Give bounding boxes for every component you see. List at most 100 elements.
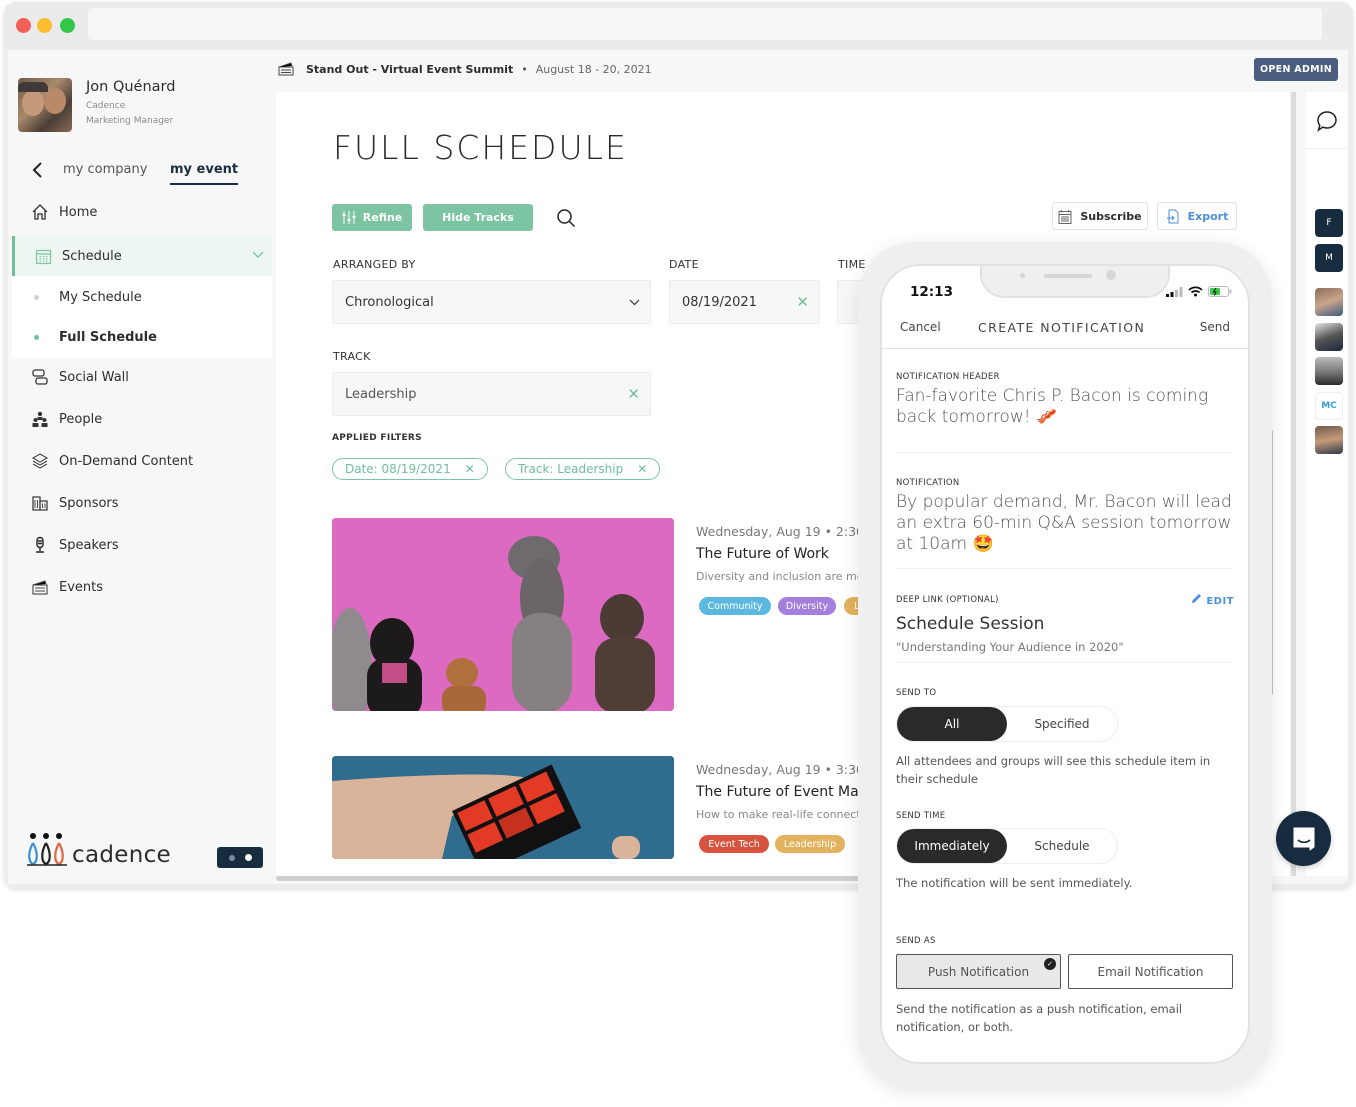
cancel-button[interactable]: Cancel — [900, 320, 941, 334]
session-date: Wednesday, Aug 19 • 2:30 — [696, 524, 864, 539]
chevron-down-icon[interactable] — [252, 248, 264, 262]
open-admin-button[interactable]: OPEN ADMIN — [1254, 58, 1338, 81]
avatar[interactable] — [18, 78, 72, 132]
event-header: Stand Out - Virtual Event Summit • Augus… — [278, 62, 652, 76]
date-input[interactable]: 08/19/2021 ✕ — [669, 280, 820, 324]
deep-link-title: Schedule Session — [896, 614, 1045, 634]
layers-icon — [30, 451, 50, 471]
filter-chip-track[interactable]: Track: Leadership ✕ — [505, 458, 661, 480]
arranged-by-select[interactable]: Chronological — [332, 280, 651, 324]
bullet-icon — [34, 294, 39, 300]
tag-diversity[interactable]: Diversity — [778, 597, 836, 615]
email-notification-option[interactable]: Email Notification — [1068, 954, 1233, 989]
chip-label: Track: Leadership — [518, 462, 624, 476]
clear-date-icon[interactable]: ✕ — [796, 293, 809, 311]
maximize-window-button[interactable] — [60, 18, 75, 33]
cadence-logo: cadence — [26, 832, 171, 868]
title-bar — [4, 2, 1353, 50]
clear-track-icon[interactable]: ✕ — [627, 385, 640, 403]
attendee-avatar[interactable] — [1315, 357, 1343, 385]
chat-icon[interactable] — [1316, 110, 1338, 132]
send-to-specified-option[interactable]: Specified — [1007, 707, 1117, 741]
session-title[interactable]: The Future of Event Ma — [696, 784, 859, 800]
home-icon — [30, 202, 50, 222]
view-toggle[interactable] — [217, 847, 263, 868]
refine-button[interactable]: Refine — [332, 204, 412, 231]
sidebar-item-events[interactable]: Events — [12, 568, 272, 606]
battery-icon — [1208, 286, 1232, 297]
notification-header-input[interactable]: Fan-favorite Chris P. Bacon is coming ba… — [896, 386, 1236, 428]
time-label: TIME — [838, 258, 866, 271]
session-date: Wednesday, Aug 19 • 3:30 — [696, 762, 864, 777]
tab-my-company[interactable]: my company — [63, 162, 147, 177]
pencil-icon — [1192, 594, 1202, 603]
horizontal-scrollbar[interactable] — [276, 876, 866, 881]
send-button[interactable]: Send — [1200, 320, 1230, 334]
ticket-icon — [30, 577, 50, 597]
notification-label: NOTIFICATION — [896, 478, 960, 488]
logo-text: cadence — [72, 842, 171, 868]
user-role: Marketing Manager — [86, 116, 174, 126]
close-window-button[interactable] — [16, 18, 31, 33]
date-value: 08/19/2021 — [682, 294, 757, 310]
session-image[interactable] — [332, 518, 674, 711]
sidebar-item-people[interactable]: People — [12, 400, 272, 438]
send-as-help: Send the notification as a push notifica… — [896, 1002, 1183, 1034]
separator: • — [521, 62, 528, 76]
help-chat-button[interactable] — [1276, 811, 1331, 866]
search-icon[interactable] — [556, 208, 576, 228]
export-button[interactable]: Export — [1157, 202, 1237, 230]
remove-chip-icon[interactable]: ✕ — [637, 462, 647, 476]
social-wall-icon — [30, 367, 50, 387]
tag-event-tech[interactable]: Event Tech — [699, 835, 769, 853]
tab-my-event[interactable]: my event — [170, 162, 239, 185]
filter-chip-date[interactable]: Date: 08/19/2021 ✕ — [332, 458, 488, 480]
sidebar-subitem-my-schedule[interactable]: My Schedule — [12, 276, 272, 318]
attendee-avatar[interactable] — [1315, 426, 1343, 454]
back-chevron-icon[interactable] — [28, 160, 48, 180]
address-bar[interactable] — [88, 8, 1322, 40]
send-schedule-option[interactable]: Schedule — [1007, 829, 1117, 863]
sidebar-item-social-wall[interactable]: Social Wall — [12, 358, 272, 396]
sidebar-item-label: Schedule — [62, 248, 122, 264]
attendee-avatar-m[interactable]: M — [1315, 244, 1343, 272]
sidebar-item-home[interactable]: Home — [12, 193, 272, 231]
attendee-avatar[interactable] — [1315, 323, 1343, 351]
push-notification-option[interactable]: Push Notification ✓ — [896, 954, 1061, 989]
building-icon — [30, 493, 50, 513]
page-title: FULL SCHEDULE — [333, 128, 628, 167]
attendee-avatar[interactable] — [1315, 288, 1343, 316]
sidebar-subitem-full-schedule[interactable]: Full Schedule — [12, 316, 272, 358]
remove-chip-icon[interactable]: ✕ — [465, 462, 475, 476]
event-name: Stand Out - Virtual Event Summit — [306, 62, 514, 76]
sidebar-item-speakers[interactable]: Speakers — [12, 526, 272, 564]
tag-leadership[interactable]: Leadership — [775, 835, 845, 853]
microphone-icon — [30, 535, 50, 555]
send-to-all-option[interactable]: All — [897, 707, 1007, 741]
subscribe-button[interactable]: Subscribe — [1052, 202, 1148, 230]
track-label: TRACK — [333, 350, 371, 363]
sidebar-item-on-demand-content[interactable]: On-Demand Content — [12, 442, 272, 480]
people-icon — [30, 409, 50, 429]
push-label: Push Notification — [927, 964, 1030, 979]
attendee-avatar-f[interactable]: F — [1315, 209, 1343, 237]
sidebar-item-sponsors[interactable]: Sponsors — [12, 484, 272, 522]
session-image[interactable] — [332, 756, 674, 859]
date-label: DATE — [669, 258, 699, 271]
sidebar-item-schedule[interactable]: Schedule — [12, 236, 272, 276]
send-immediately-option[interactable]: Immediately — [897, 829, 1007, 863]
sponsor-logo[interactable]: MC — [1315, 392, 1343, 420]
sidebar-item-label: My Schedule — [59, 289, 142, 305]
notification-body-input[interactable]: By popular demand, Mr. Bacon will lead a… — [896, 492, 1236, 555]
session-title[interactable]: The Future of Work — [696, 546, 829, 562]
subscribe-label: Subscribe — [1080, 209, 1142, 223]
user-name: Jon Quénard — [86, 79, 176, 95]
export-label: Export — [1187, 209, 1229, 223]
minimize-window-button[interactable] — [37, 18, 52, 33]
edit-deep-link-button[interactable]: EDIT — [1191, 593, 1234, 607]
tag-community[interactable]: Community — [699, 597, 771, 615]
hide-tracks-button[interactable]: Hide Tracks — [423, 204, 533, 231]
track-input[interactable]: Leadership ✕ — [332, 372, 651, 416]
phone-screen: 12:13 Cancel CREATE NOTIFICATION Send NO… — [880, 264, 1250, 1064]
vertical-scrollbar[interactable] — [1291, 92, 1296, 876]
